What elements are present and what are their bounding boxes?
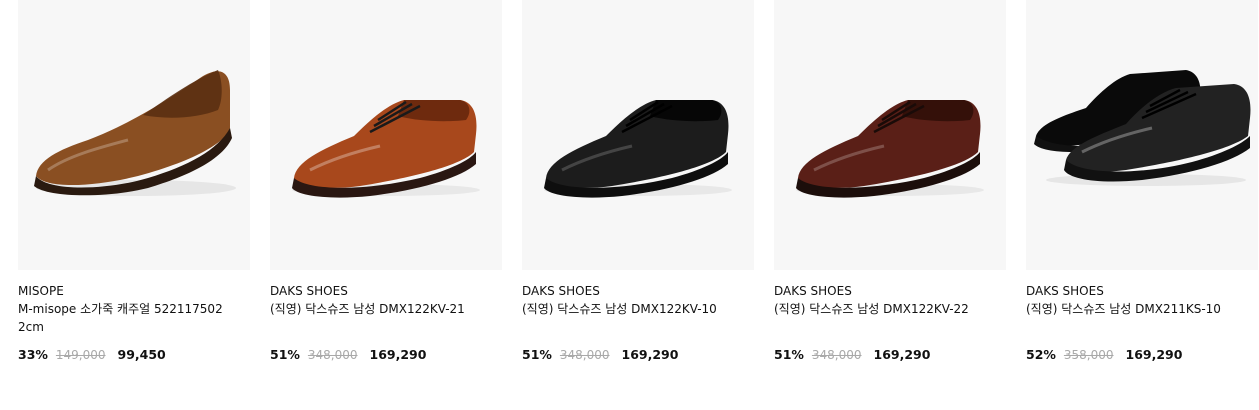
price-row: 51% 348,000 169,290 (522, 346, 678, 364)
product-brand[interactable]: DAKS SHOES (522, 283, 600, 299)
product-card[interactable]: DAKS SHOES (직영) 닥스슈즈 남성 DMX122KV-21 51% … (270, 0, 502, 362)
product-image[interactable] (18, 0, 250, 270)
derby-shoe-icon (292, 100, 480, 198)
product-name[interactable]: (직영) 닥스슈즈 남성 DMX122KV-10 (522, 300, 727, 318)
product-card[interactable]: MISOPE M-misope 소가죽 캐주얼 522117502 2cm 33… (18, 0, 250, 362)
product-name[interactable]: (직영) 닥스슈즈 남성 DMX122KV-21 (270, 300, 475, 318)
product-name[interactable]: M-misope 소가죽 캐주얼 522117502 2cm (18, 300, 223, 336)
product-card[interactable]: DAKS SHOES (직영) 닥스슈즈 남성 DMX122KV-22 51% … (774, 0, 1006, 362)
original-price: 348,000 (559, 348, 610, 362)
product-image[interactable] (774, 0, 1006, 270)
product-name[interactable]: (직영) 닥스슈즈 남성 DMX122KV-22 (774, 300, 979, 318)
product-image[interactable] (1026, 0, 1258, 270)
original-price: 358,000 (1063, 348, 1114, 362)
discount-rate: 51% (522, 347, 552, 362)
sale-price: 169,290 (621, 347, 679, 362)
product-grid: MISOPE M-misope 소가죽 캐주얼 522117502 2cm 33… (18, 0, 1259, 410)
product-brand[interactable]: DAKS SHOES (774, 283, 852, 299)
derby-shoe-icon (796, 100, 984, 198)
derby-shoe-icon (544, 100, 732, 198)
product-brand[interactable]: DAKS SHOES (270, 283, 348, 299)
product-brand[interactable]: MISOPE (18, 283, 64, 299)
original-price: 149,000 (55, 348, 106, 362)
product-brand[interactable]: DAKS SHOES (1026, 283, 1104, 299)
product-image[interactable] (522, 0, 754, 270)
discount-rate: 51% (270, 347, 300, 362)
price-row: 51% 348,000 169,290 (774, 346, 930, 364)
discount-rate: 51% (774, 347, 804, 362)
product-name[interactable]: (직영) 닥스슈즈 남성 DMX211KS-10 (1026, 300, 1231, 318)
product-card[interactable]: DAKS SHOES (직영) 닥스슈즈 남성 DMX122KV-10 51% … (522, 0, 754, 362)
price-row: 51% 348,000 169,290 (270, 346, 426, 364)
discount-rate: 33% (18, 347, 48, 362)
original-price: 348,000 (307, 348, 358, 362)
derby-shoe-pair-icon (1034, 70, 1251, 186)
sale-price: 169,290 (1125, 347, 1183, 362)
discount-rate: 52% (1026, 347, 1056, 362)
original-price: 348,000 (811, 348, 862, 362)
sale-price: 169,290 (369, 347, 427, 362)
product-image[interactable] (270, 0, 502, 270)
price-row: 33% 149,000 99,450 (18, 346, 166, 364)
sale-price: 99,450 (117, 347, 166, 362)
sale-price: 169,290 (873, 347, 931, 362)
loafer-shoe-icon (34, 70, 236, 196)
product-card[interactable]: DAKS SHOES (직영) 닥스슈즈 남성 DMX211KS-10 52% … (1026, 0, 1258, 362)
price-row: 52% 358,000 169,290 (1026, 346, 1182, 364)
